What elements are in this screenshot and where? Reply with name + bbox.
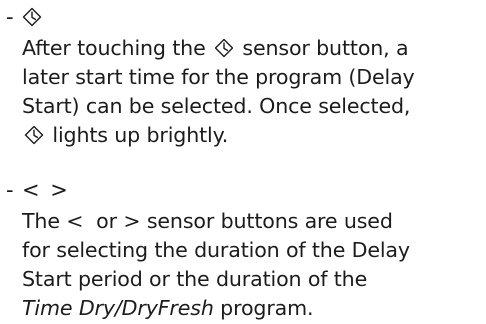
description-line: later start time for the program (Delay — [22, 65, 415, 89]
description-text: After touching the — [22, 36, 212, 60]
description-line: After touching the sensor button, a — [22, 34, 484, 63]
description-text: sensor button, a — [236, 36, 409, 60]
delay-start-icon — [24, 125, 44, 145]
description-line: Time Dry/DryFresh program. — [22, 294, 484, 323]
list-item-header: - < > — [6, 175, 484, 205]
arrow-buttons-label: < > — [22, 175, 70, 205]
description-line: Start period or the duration of the — [22, 267, 368, 291]
list-item-description: The < or > sensor buttons are used for s… — [22, 207, 484, 323]
list-item-delay-start: - After touching the sensor button, a la… — [6, 2, 484, 150]
chevron-right-icon: > — [50, 178, 70, 202]
description-text: program. — [213, 296, 314, 320]
list-item-header: - — [6, 2, 484, 32]
description-line: lights up brightly. — [22, 121, 484, 150]
list-item-arrow-buttons: - < > The < or > sensor buttons are used… — [6, 175, 484, 323]
manual-page: - After touching the sensor button, a la… — [0, 0, 486, 324]
description-line: Start) can be selected. Once selected, — [22, 94, 411, 118]
description-text: lights up brightly. — [46, 123, 229, 147]
description-text: The — [22, 209, 67, 233]
list-dash: - — [6, 5, 14, 29]
description-text: sensor buttons are used — [140, 209, 393, 233]
list-item-description: After touching the sensor button, a late… — [22, 34, 484, 150]
chevron-left-icon: < — [22, 178, 42, 202]
description-line: The < or > sensor buttons are used — [22, 207, 484, 236]
description-text: or — [83, 209, 124, 233]
program-name: Time Dry/DryFresh — [22, 296, 214, 320]
delay-start-icon — [214, 38, 234, 58]
description-line: for selecting the duration of the Delay — [22, 238, 410, 262]
chevron-left-icon: < — [66, 209, 84, 233]
delay-start-icon — [22, 7, 42, 27]
list-dash: - — [6, 178, 14, 202]
chevron-right-icon: > — [123, 209, 141, 233]
